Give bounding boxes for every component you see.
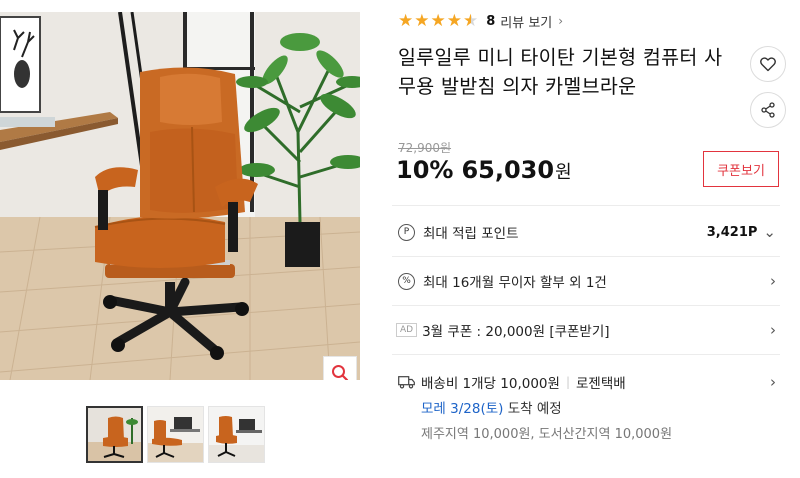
percent-icon: % bbox=[398, 272, 415, 290]
coupon-label: 3월 쿠폰 : 20,000원 [쿠폰받기] bbox=[422, 324, 610, 340]
zoom-button[interactable] bbox=[323, 356, 357, 380]
shipping-carrier: 로젠택배 bbox=[575, 376, 626, 392]
points-icon: P bbox=[398, 223, 415, 241]
divider bbox=[392, 205, 780, 206]
review-link[interactable]: 리뷰 보기 bbox=[500, 12, 552, 31]
star-icon: ★ bbox=[446, 10, 462, 31]
divider bbox=[392, 305, 780, 306]
like-button[interactable] bbox=[750, 46, 786, 82]
review-count: 8 bbox=[486, 13, 496, 29]
thumbnail-3[interactable] bbox=[208, 406, 265, 463]
coupon-chevron-group: › bbox=[764, 321, 780, 339]
currency-label: 원 bbox=[555, 162, 572, 183]
points-value: 3,421P bbox=[706, 224, 758, 240]
thumbnail-list bbox=[86, 406, 265, 463]
thumbnail-image bbox=[88, 408, 141, 461]
search-icon bbox=[332, 365, 349, 380]
divider bbox=[392, 256, 780, 257]
chevron-right-icon: › bbox=[770, 373, 776, 391]
star-icon: ★ bbox=[430, 10, 446, 31]
half-star-icon: ★ bbox=[463, 10, 479, 31]
product-main-image[interactable] bbox=[0, 12, 360, 380]
separator: | bbox=[565, 375, 570, 389]
installment-label: 최대 16개월 무이자 할부 외 1건 bbox=[423, 275, 607, 291]
chevron-right-icon: › bbox=[558, 14, 564, 28]
extra-shipping-fee: 제주지역 10,000원, 도서산간지역 10,000원 bbox=[421, 427, 673, 442]
star-icon: ★ bbox=[414, 10, 430, 31]
thumbnail-image bbox=[148, 407, 203, 462]
shipping-fee: 배송비 1개당 10,000원 bbox=[421, 376, 560, 392]
chevron-right-icon: › bbox=[770, 272, 776, 290]
chevron-right-icon: › bbox=[770, 321, 776, 339]
coupon-row[interactable]: AD 3월 쿠폰 : 20,000원 [쿠폰받기] › bbox=[392, 319, 780, 341]
chair-photo bbox=[0, 12, 360, 380]
shipping-fee-line: 배송비 1개당 10,000원 | 로젠택배 › bbox=[392, 372, 780, 392]
eta-label: 도착 예정 bbox=[503, 401, 562, 417]
share-icon bbox=[761, 102, 775, 118]
points-value-group: 3,421P ⌄ bbox=[707, 223, 780, 241]
star-icon: ★ bbox=[398, 10, 414, 31]
thumbnail-1[interactable] bbox=[86, 406, 143, 463]
installment-chevron-group: › bbox=[764, 272, 780, 290]
thumbnail-image bbox=[209, 407, 264, 462]
discount-rate: 10% bbox=[396, 156, 454, 184]
installment-row[interactable]: % 최대 16개월 무이자 할부 외 1건 › bbox=[392, 270, 780, 292]
price-row: 10% 65,030 원 bbox=[396, 156, 572, 184]
points-label: 최대 적립 포인트 bbox=[423, 226, 519, 242]
truck-icon bbox=[398, 376, 415, 389]
star-rating: ★ ★ ★ ★ ★ bbox=[398, 10, 479, 31]
eta-date: 모레 3/28(토) bbox=[421, 401, 504, 417]
points-row[interactable]: P 최대 적립 포인트 3,421P ⌄ bbox=[392, 221, 780, 243]
ad-badge: AD bbox=[396, 323, 418, 337]
delivery-eta: 모레 3/28(토) 도착 예정 bbox=[421, 397, 780, 417]
sale-price: 65,030 bbox=[461, 156, 555, 184]
heart-icon bbox=[760, 56, 776, 71]
thumbnail-2[interactable] bbox=[147, 406, 204, 463]
share-button[interactable] bbox=[750, 92, 786, 128]
original-price: 72,900원 bbox=[398, 141, 452, 155]
rating-row: ★ ★ ★ ★ ★ 8 리뷰 보기 › bbox=[398, 10, 563, 32]
chevron-down-icon: ⌄ bbox=[763, 223, 776, 241]
divider bbox=[392, 354, 780, 355]
coupon-view-button[interactable]: 쿠폰보기 bbox=[703, 151, 779, 187]
product-title: 일루일루 미니 타이탄 기본형 컴퓨터 사무용 발받침 의자 카멜브라운 bbox=[398, 46, 723, 98]
shipping-row[interactable]: 배송비 1개당 10,000원 | 로젠택배 › 모레 3/28(토) 도착 예… bbox=[392, 372, 780, 442]
